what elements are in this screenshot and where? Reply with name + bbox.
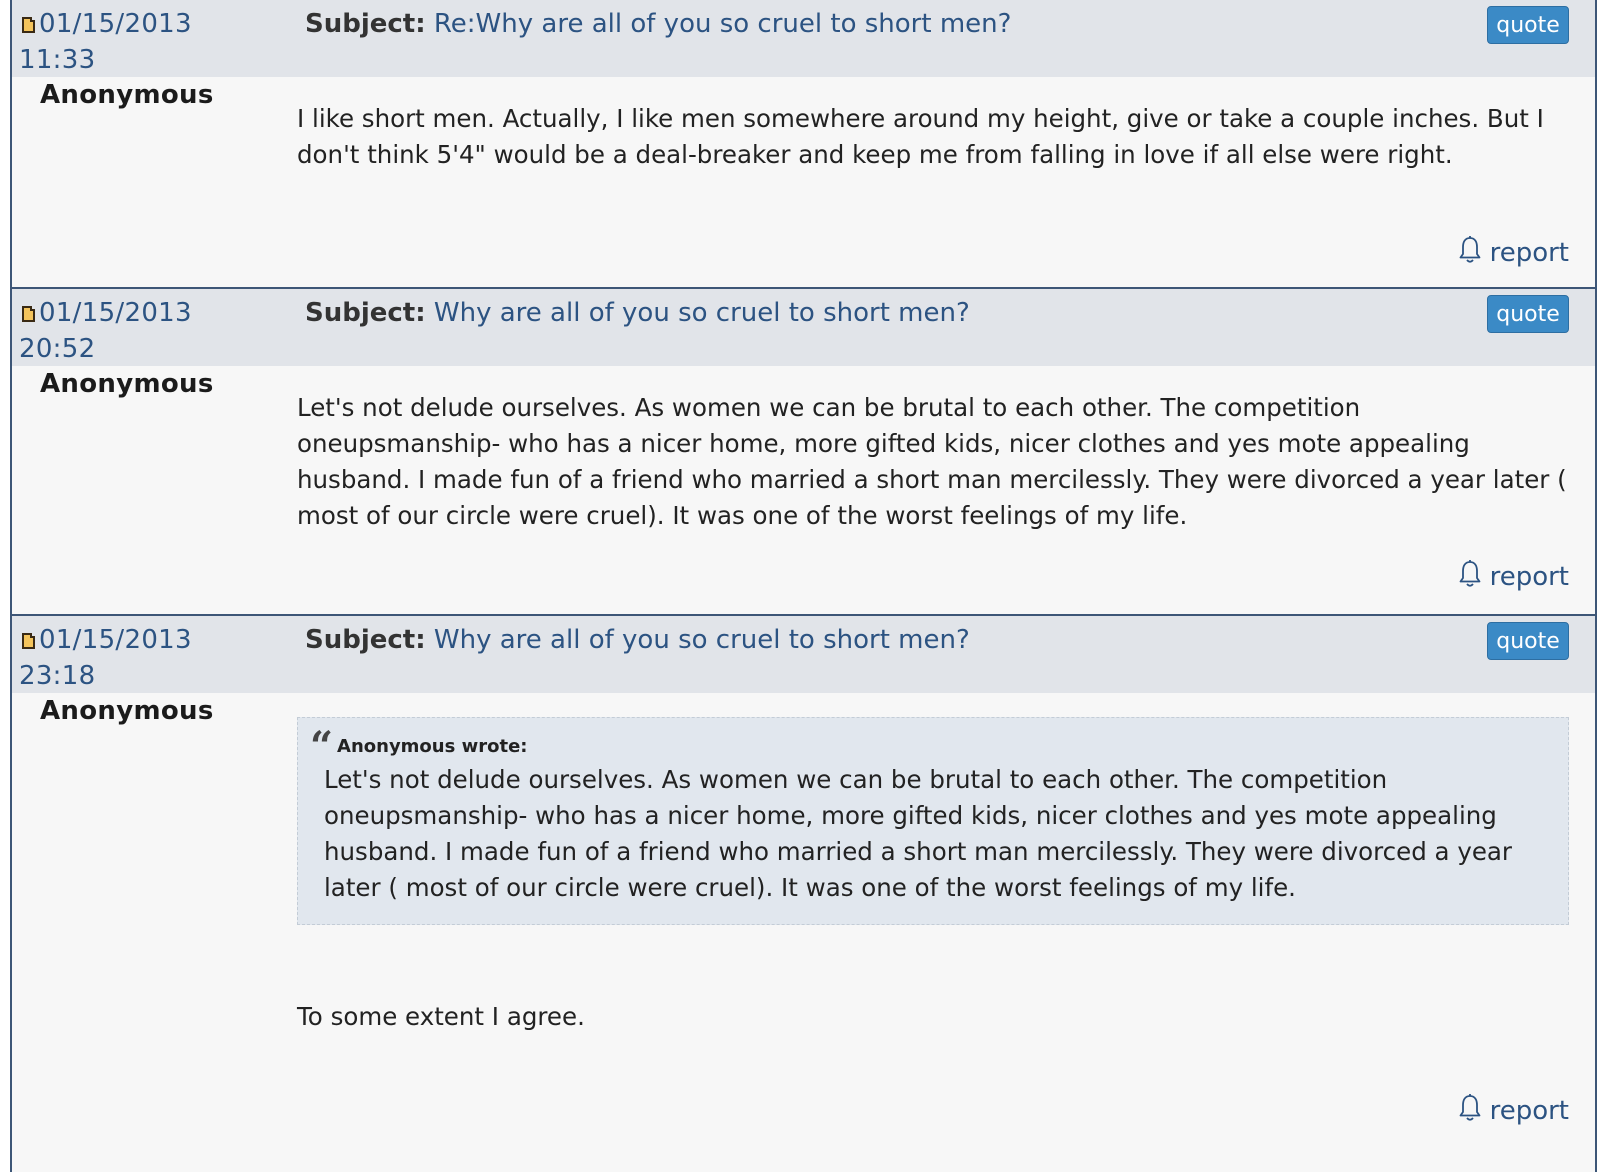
- post-header: 01/15/2013 23:18 Subject: Why are all of…: [12, 616, 1595, 693]
- quotation-mark-icon: “: [310, 723, 334, 770]
- document-icon: [22, 17, 35, 33]
- post-body: Let's not delude ourselves. As women we …: [297, 366, 1569, 534]
- report-label[interactable]: report: [1490, 238, 1569, 268]
- post: 01/15/2013 23:18 Subject: Why are all of…: [12, 616, 1595, 1172]
- subject-link[interactable]: Re:Why are all of you so cruel to short …: [434, 9, 1012, 39]
- report-link[interactable]: report: [1458, 235, 1569, 271]
- post-body-text: I like short men. Actually, I like men s…: [297, 104, 1544, 169]
- post-subject: Subject: Re:Why are all of you so cruel …: [305, 5, 1011, 43]
- bell-icon: [1459, 1094, 1480, 1121]
- post-header: 01/15/2013 11:33 Subject: Re:Why are all…: [12, 0, 1595, 77]
- subject-label: Subject:: [305, 625, 426, 655]
- post-author: Anonymous: [40, 80, 214, 110]
- post-subject: Subject: Why are all of you so cruel to …: [305, 294, 970, 332]
- post-header: 01/15/2013 20:52 Subject: Why are all of…: [12, 289, 1595, 366]
- quote-button[interactable]: quote: [1487, 6, 1569, 44]
- post-date-text[interactable]: 01/15/2013: [39, 9, 192, 39]
- post-body: I like short men. Actually, I like men s…: [297, 77, 1569, 173]
- post-date-text[interactable]: 01/15/2013: [39, 298, 192, 328]
- post-body: “Anonymous wrote: Let's not delude ourse…: [297, 693, 1569, 1035]
- post-footer: report: [12, 223, 1595, 291]
- post: 01/15/2013 11:33 Subject: Re:Why are all…: [12, 0, 1595, 289]
- quoted-message: “Anonymous wrote: Let's not delude ourse…: [297, 717, 1569, 925]
- document-icon: [22, 633, 35, 649]
- post-body-text: To some extent I agree.: [297, 1002, 585, 1031]
- quote-button[interactable]: quote: [1487, 622, 1569, 660]
- post-time-text[interactable]: 20:52: [19, 334, 95, 364]
- post-footer: report: [12, 547, 1595, 615]
- quote-header: “Anonymous wrote:: [310, 723, 1542, 770]
- post-date: 01/15/2013 20:52: [19, 295, 259, 367]
- post: 01/15/2013 20:52 Subject: Why are all of…: [12, 289, 1595, 616]
- post-author: Anonymous: [40, 696, 214, 726]
- post-footer: report: [12, 1081, 1595, 1149]
- bell-icon: [1459, 236, 1480, 263]
- quote-button[interactable]: quote: [1487, 295, 1569, 333]
- subject-link[interactable]: Why are all of you so cruel to short men…: [434, 625, 970, 655]
- subject-label: Subject:: [305, 298, 426, 328]
- report-label[interactable]: report: [1490, 562, 1569, 592]
- document-icon: [22, 306, 35, 322]
- subject-label: Subject:: [305, 9, 426, 39]
- post-body-text: Let's not delude ourselves. As women we …: [297, 393, 1567, 530]
- post-author: Anonymous: [40, 369, 214, 399]
- post-date: 01/15/2013 11:33: [19, 6, 259, 78]
- post-date-text[interactable]: 01/15/2013: [39, 625, 192, 655]
- post-date: 01/15/2013 23:18: [19, 622, 259, 694]
- forum-thread: 01/15/2013 11:33 Subject: Re:Why are all…: [10, 0, 1597, 1172]
- post-time-text[interactable]: 11:33: [19, 45, 95, 75]
- bell-icon: [1459, 560, 1480, 587]
- report-label[interactable]: report: [1490, 1096, 1569, 1126]
- subject-link[interactable]: Why are all of you so cruel to short men…: [434, 298, 970, 328]
- quote-text: Let's not delude ourselves. As women we …: [324, 765, 1512, 902]
- quote-author: Anonymous wrote:: [337, 736, 528, 757]
- report-link[interactable]: report: [1458, 1093, 1569, 1129]
- post-subject: Subject: Why are all of you so cruel to …: [305, 621, 970, 659]
- report-link[interactable]: report: [1458, 559, 1569, 595]
- post-time-text[interactable]: 23:18: [19, 661, 95, 691]
